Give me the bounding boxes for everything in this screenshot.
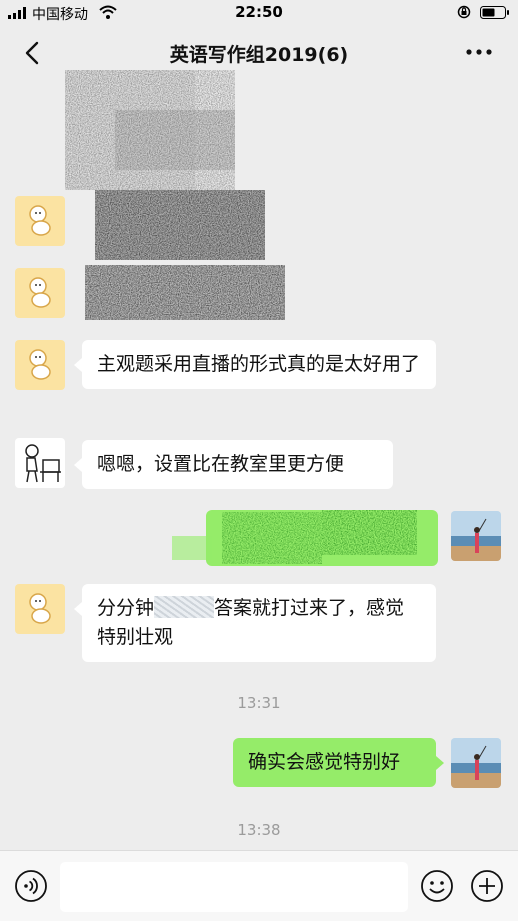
- input-bar: [0, 850, 518, 921]
- plus-icon[interactable]: [470, 869, 504, 903]
- battery-icon: [480, 6, 509, 19]
- person-at-desk-avatar-icon: [25, 444, 61, 483]
- message-input[interactable]: [60, 862, 408, 912]
- avatar[interactable]: [15, 196, 65, 246]
- emoji-icon[interactable]: [420, 869, 454, 903]
- message-text: 主观题采用直播的形式真的是太好用了: [97, 353, 421, 375]
- cartoon-avatar-icon: [29, 205, 51, 236]
- message-text: 确实会感觉特别好: [248, 751, 401, 773]
- message-bubble[interactable]: 主观题采用直播的形式真的是太好用了: [74, 340, 436, 389]
- avatar[interactable]: [451, 738, 501, 788]
- message-bubble[interactable]: 分分钟 答案就打过来了，感觉特别壮观: [74, 584, 436, 662]
- message-bubble[interactable]: 嗯嗯，设置比在教室里更方便: [74, 440, 393, 489]
- chat-title: 英语写作组2019(6): [169, 44, 349, 66]
- voice-icon[interactable]: [14, 869, 48, 903]
- message-text: 嗯嗯，设置比在教室里更方便: [97, 453, 345, 475]
- avatar[interactable]: [451, 511, 501, 561]
- message-text-start: 分分钟: [97, 597, 155, 619]
- redacted-word: [154, 596, 215, 618]
- redacted-message: [172, 510, 438, 566]
- beach-photo-avatar-icon: [451, 511, 501, 561]
- avatar[interactable]: [15, 340, 65, 390]
- beach-photo-avatar-icon: [451, 738, 501, 788]
- timestamp: 13:38: [237, 821, 281, 839]
- message-bubble[interactable]: 确实会感觉特别好: [233, 738, 444, 787]
- clock: 22:50: [235, 3, 283, 21]
- cartoon-avatar-icon: [29, 349, 51, 380]
- avatar[interactable]: [15, 438, 65, 488]
- timestamp: 13:31: [237, 694, 281, 712]
- redacted-area: [65, 70, 285, 320]
- avatar[interactable]: [15, 268, 65, 318]
- more-icon[interactable]: [462, 40, 496, 64]
- avatar[interactable]: [15, 584, 65, 634]
- rotation-lock-icon: [457, 5, 471, 19]
- cartoon-avatar-icon: [29, 593, 51, 624]
- status-bar: 中国移动 22:50: [0, 0, 518, 26]
- cartoon-avatar-icon: [29, 277, 51, 308]
